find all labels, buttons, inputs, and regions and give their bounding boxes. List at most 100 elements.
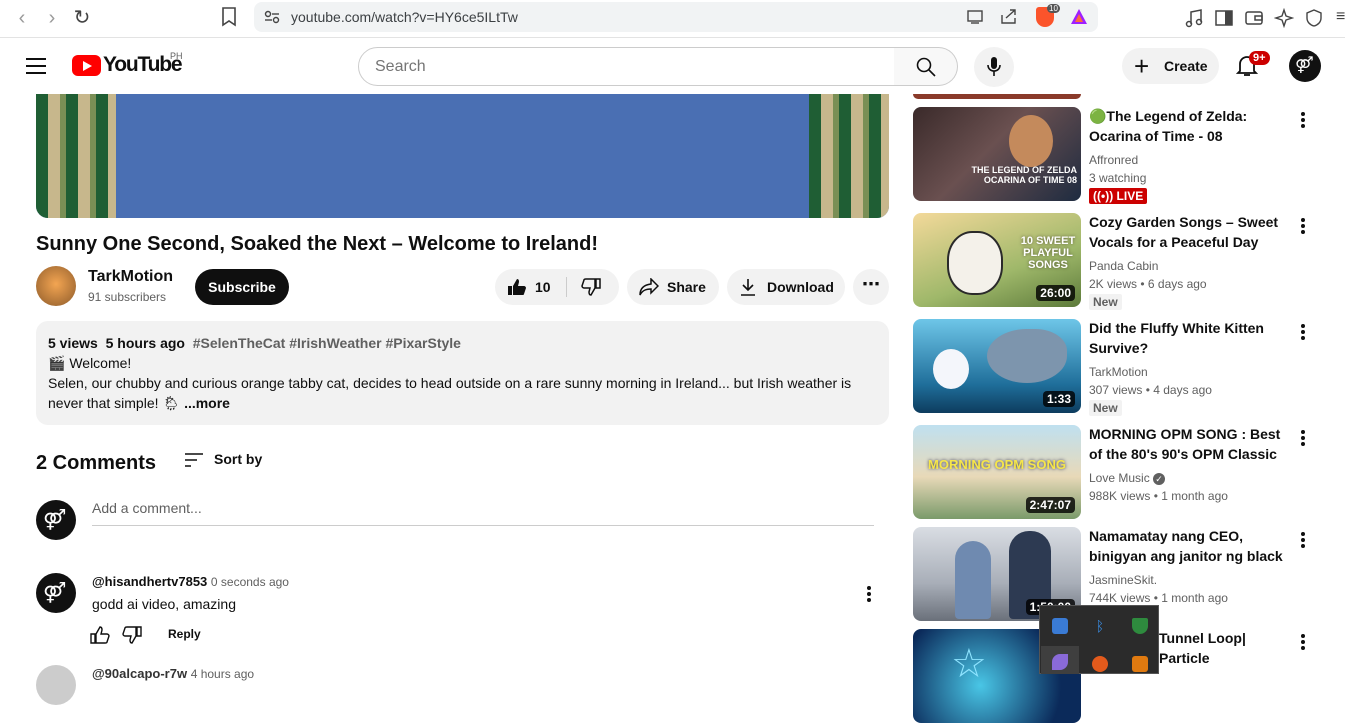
new-badge-3: New — [1089, 400, 1122, 416]
wallet-icon[interactable] — [1244, 8, 1264, 28]
upload-time: 5 hours ago — [105, 335, 185, 351]
related-menu-icon-1[interactable] — [1301, 112, 1305, 128]
create-button[interactable]: + Create — [1122, 48, 1219, 84]
search-icon — [916, 57, 936, 77]
menu-icon[interactable]: ≡ — [1336, 8, 1345, 28]
tray-security-icon[interactable] — [1132, 618, 1148, 634]
comment-like-icon[interactable] — [90, 626, 110, 644]
live-badge-label: LIVE — [1116, 189, 1144, 203]
search-input[interactable]: Search — [358, 47, 895, 86]
comment-author[interactable]: @hisandhertv7853 0 seconds ago — [92, 574, 289, 589]
related-thumbnail-4[interactable]: MORNING OPM SONG 2:47:07 — [913, 425, 1081, 519]
address-bar[interactable]: youtube.com/watch?v=HY6ce5ILtTw 10 — [254, 2, 1098, 32]
new-badge-2: New — [1089, 294, 1122, 310]
commenter-avatar[interactable]: ⚤ — [36, 573, 76, 613]
related-menu-icon-5[interactable] — [1301, 532, 1305, 548]
related-channel-4-name[interactable]: Love Music — [1089, 471, 1150, 485]
related-title-3[interactable]: Did the Fluffy White Kitten Survive? — [1089, 318, 1289, 358]
account-avatar[interactable]: ⚤ — [1289, 50, 1321, 82]
more-actions-button[interactable]: ⋯ — [853, 269, 889, 305]
related-title-2[interactable]: Cozy Garden Songs – Sweet Vocals for a P… — [1089, 212, 1289, 252]
reload-icon[interactable]: ↻ — [70, 6, 94, 30]
description-box[interactable]: 5 views 5 hours ago #SelenTheCat #IrishW… — [36, 321, 889, 425]
video-player[interactable] — [36, 94, 889, 218]
comment-author-name[interactable]: @hisandhertv7853 — [92, 574, 207, 589]
search-button[interactable] — [894, 47, 958, 86]
related-title-4[interactable]: MORNING OPM SONG : Best of the 80's 90's… — [1089, 424, 1289, 464]
related-channel-1[interactable]: Affronred — [1089, 153, 1138, 167]
related-title-6[interactable]: Tunnel Loop| Particle — [1159, 628, 1289, 668]
related-channel-4[interactable]: Love Music ✓ — [1089, 471, 1166, 485]
comment-menu-icon[interactable] — [867, 586, 871, 602]
related-title-5[interactable]: Namamatay nang CEO, binigyan ang janitor… — [1089, 526, 1289, 566]
add-comment-input[interactable]: Add a comment... — [92, 500, 874, 526]
channel-name[interactable]: TarkMotion — [88, 268, 173, 286]
verified-icon: ✓ — [1153, 473, 1166, 485]
brave-rewards-icon[interactable] — [1070, 8, 1088, 25]
tray-app-icon[interactable] — [1052, 654, 1068, 670]
related-menu-icon-2[interactable] — [1301, 218, 1305, 234]
related-thumbnail-3[interactable]: 1:33 — [913, 319, 1081, 413]
voice-search-button[interactable] — [974, 47, 1014, 87]
share-button[interactable]: Share — [627, 269, 719, 305]
live-badge: ((•)) LIVE — [1089, 188, 1148, 204]
related-thumb-previous[interactable] — [913, 94, 1081, 99]
duration-4: 2:47:07 — [1025, 497, 1075, 513]
like-dislike-group: 10 — [495, 269, 619, 305]
video-frame-left — [36, 94, 116, 218]
description-line-3-text: never that simple! 🌦 — [48, 395, 181, 411]
hashtags[interactable]: #SelenTheCat #IrishWeather #PixarStyle — [193, 335, 461, 351]
video-frame-right — [809, 94, 889, 218]
related-menu-icon-3[interactable] — [1301, 324, 1305, 340]
forward-icon[interactable]: › — [40, 6, 64, 30]
description-meta: 5 views 5 hours ago #SelenTheCat #IrishW… — [48, 333, 877, 353]
thumb-person-left — [955, 541, 991, 619]
music-icon[interactable] — [1184, 8, 1204, 28]
download-button[interactable]: Download — [727, 269, 845, 305]
url-text[interactable]: youtube.com/watch?v=HY6ce5ILtTw — [291, 9, 518, 25]
leo-ai-icon[interactable] — [1274, 8, 1294, 28]
channel-avatar[interactable] — [36, 266, 76, 306]
tray-utility-icon[interactable] — [1132, 656, 1148, 672]
my-avatar: ⚤ — [36, 500, 76, 540]
more-horizontal-icon: ⋯ — [862, 274, 880, 294]
related-meta-5: 744K views • 1 month ago — [1089, 591, 1228, 605]
related-channel-2[interactable]: Panda Cabin — [1089, 259, 1158, 273]
description-line-2: Selen, our chubby and curious orange tab… — [48, 375, 852, 391]
related-thumbnail-2[interactable]: 10 SWEET PLAYFUL SONGS 26:00 — [913, 213, 1081, 307]
related-meta-2: 2K views • 6 days ago — [1089, 277, 1207, 291]
commenter-avatar-2[interactable] — [36, 665, 76, 705]
youtube-logo-icon[interactable] — [72, 55, 101, 76]
site-settings-icon[interactable] — [264, 10, 280, 24]
related-meta-1: 3 watching — [1089, 171, 1147, 185]
related-channel-5[interactable]: JasmineSkit. — [1089, 573, 1157, 587]
thumb-text-1: THE LEGEND OF ZELDA OCARINA OF TIME 08 — [971, 165, 1078, 185]
related-menu-icon-6[interactable] — [1301, 634, 1305, 650]
tray-avast-icon[interactable] — [1092, 656, 1108, 672]
reply-button[interactable]: Reply — [168, 627, 201, 641]
share-label: Share — [667, 279, 706, 295]
vpn-shield-icon[interactable] — [1304, 8, 1324, 28]
brave-shield-count: 10 — [1047, 4, 1060, 13]
related-thumbnail-1[interactable]: THE LEGEND OF ZELDA OCARINA OF TIME 08 — [913, 107, 1081, 201]
related-menu-icon-4[interactable] — [1301, 430, 1305, 446]
related-title-1[interactable]: 🟢The Legend of Zelda: Ocarina of Time - … — [1089, 106, 1289, 146]
back-icon[interactable]: ‹ — [10, 6, 34, 30]
related-channel-3[interactable]: TarkMotion — [1089, 365, 1148, 379]
like-count[interactable]: 10 — [535, 269, 551, 305]
dislike-icon[interactable] — [581, 278, 601, 296]
comment-dislike-icon[interactable] — [122, 626, 142, 644]
share-page-icon[interactable] — [1000, 9, 1018, 25]
sidebar-icon[interactable] — [1214, 8, 1234, 28]
cast-icon[interactable] — [966, 10, 984, 24]
more-link[interactable]: ...more — [184, 395, 230, 411]
guide-menu-icon[interactable] — [26, 58, 46, 74]
youtube-header: YouTube PH Search + Create 9+ ⚤ — [0, 38, 1345, 94]
bookmark-icon[interactable] — [220, 7, 238, 27]
tray-bluetooth-icon[interactable]: ᛒ — [1092, 618, 1108, 634]
comment-time-2[interactable]: 4 hours ago — [191, 667, 254, 681]
comment-time[interactable]: 0 seconds ago — [211, 575, 289, 589]
like-icon[interactable] — [507, 278, 527, 296]
subscribe-button[interactable]: Subscribe — [195, 269, 289, 305]
tray-network-icon[interactable] — [1052, 618, 1068, 634]
